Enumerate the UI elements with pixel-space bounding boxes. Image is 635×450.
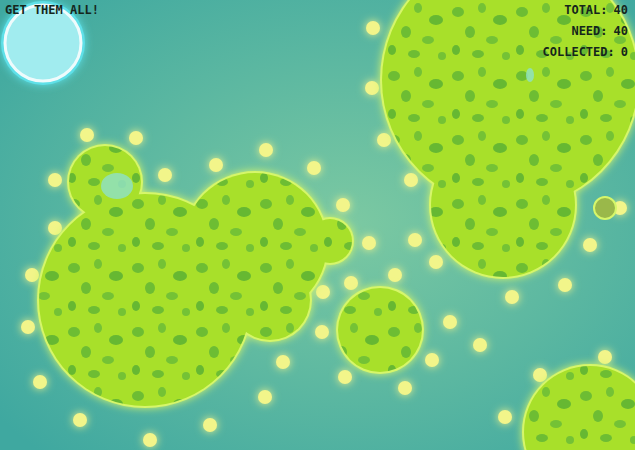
hud: GET THEM ALL! TOTAL: 40NEED: 40COLLECTED… xyxy=(0,0,635,60)
collectible-dot[interactable] xyxy=(143,433,157,447)
collectible-dot[interactable] xyxy=(425,353,439,367)
collectible-dot[interactable] xyxy=(377,133,391,147)
collectible-dot[interactable] xyxy=(429,255,443,269)
green-blob[interactable] xyxy=(431,133,575,277)
collectible-dot[interactable] xyxy=(33,375,47,389)
green-blob[interactable] xyxy=(230,260,310,340)
collectible-dot[interactable] xyxy=(498,410,512,424)
collectible-dot[interactable] xyxy=(336,198,350,212)
collectible-dot[interactable] xyxy=(388,268,402,282)
collectible-dot[interactable] xyxy=(366,21,380,35)
collectible-dot[interactable] xyxy=(129,131,143,145)
droplet xyxy=(526,68,534,82)
collectible-dot[interactable] xyxy=(73,413,87,427)
collectible-dot[interactable] xyxy=(583,238,597,252)
green-blob[interactable] xyxy=(338,288,422,372)
collectible-dot[interactable] xyxy=(307,161,321,175)
stat-label: NEED: xyxy=(571,24,607,39)
collectible-dot[interactable] xyxy=(48,173,62,187)
objective-text: GET THEM ALL! xyxy=(5,3,99,18)
game-screen: GET THEM ALL! TOTAL: 40NEED: 40COLLECTED… xyxy=(0,0,635,450)
collectible-dot[interactable] xyxy=(404,173,418,187)
collectible-dot[interactable] xyxy=(21,320,35,334)
collectible-dot[interactable] xyxy=(203,418,217,432)
collectible-dot[interactable] xyxy=(158,168,172,182)
collectible-dot[interactable] xyxy=(533,368,547,382)
collectible-dot[interactable] xyxy=(598,350,612,364)
collectible-dot[interactable] xyxy=(209,158,223,172)
collectible-dot[interactable] xyxy=(316,285,330,299)
collectible-dot[interactable] xyxy=(48,221,62,235)
stat-label: COLLECTED: xyxy=(543,45,615,60)
stats-panel: TOTAL: 40NEED: 40COLLECTED: 0 xyxy=(543,3,628,60)
collectible-dot[interactable] xyxy=(344,276,358,290)
enemy-cell[interactable] xyxy=(594,197,616,219)
collectible-dot[interactable] xyxy=(443,315,457,329)
stat-label: TOTAL: xyxy=(564,3,607,18)
collectible-dot[interactable] xyxy=(259,143,273,157)
collectible-dot[interactable] xyxy=(25,268,39,282)
collectible-dot[interactable] xyxy=(80,128,94,142)
stat-row: TOTAL: 40 xyxy=(564,3,628,18)
collectible-dot[interactable] xyxy=(338,370,352,384)
collectible-dot[interactable] xyxy=(362,236,376,250)
stat-value: 40 xyxy=(614,24,628,39)
collectible-dot[interactable] xyxy=(505,290,519,304)
blob-glow xyxy=(522,364,635,450)
green-blob[interactable] xyxy=(308,219,352,263)
green-blob[interactable] xyxy=(524,366,635,450)
cyan-blob[interactable] xyxy=(101,173,133,199)
collectible-dot[interactable] xyxy=(398,381,412,395)
collectible-dot[interactable] xyxy=(276,355,290,369)
blob-glow xyxy=(336,286,424,374)
play-field[interactable] xyxy=(0,0,635,450)
player-core xyxy=(5,5,81,81)
stat-value: 0 xyxy=(621,45,628,60)
stat-row: NEED: 40 xyxy=(571,24,628,39)
collectible-dot[interactable] xyxy=(558,278,572,292)
collectible-dot[interactable] xyxy=(365,81,379,95)
collectible-dot[interactable] xyxy=(258,390,272,404)
stat-row: COLLECTED: 0 xyxy=(543,45,628,60)
player-bubble[interactable] xyxy=(1,1,85,85)
collectible-dot[interactable] xyxy=(315,325,329,339)
collectible-dot[interactable] xyxy=(408,233,422,247)
stat-value: 40 xyxy=(614,3,628,18)
collectible-dot[interactable] xyxy=(473,338,487,352)
